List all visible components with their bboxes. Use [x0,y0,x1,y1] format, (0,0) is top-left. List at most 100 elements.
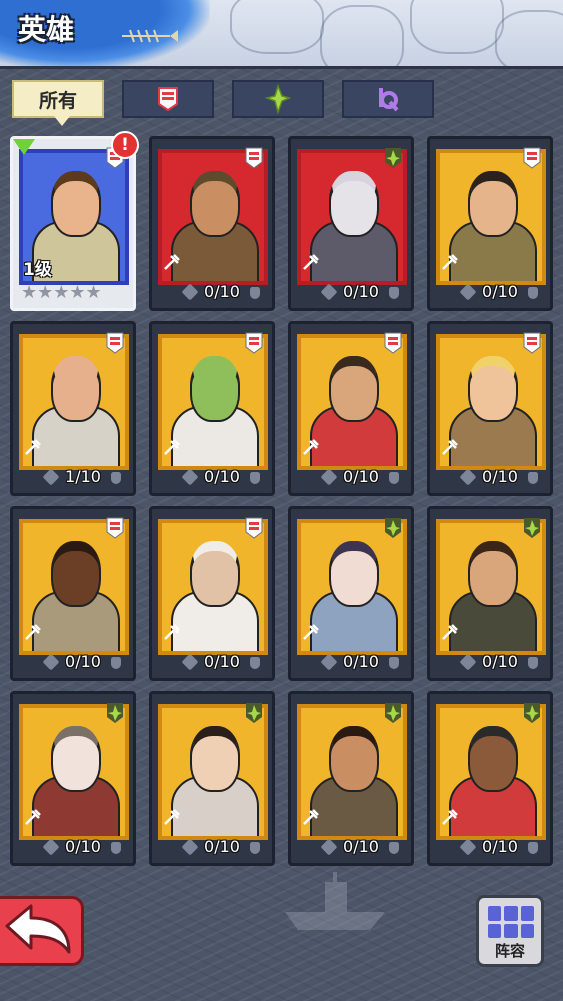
soul-icon [389,657,399,669]
shard-icon [181,468,199,486]
rank-pick-icon [442,624,458,640]
red-faction-icon [245,332,263,354]
tab-all-label: 所有 [38,89,77,112]
hero-shard-count: 0/10 [430,467,550,489]
soul-icon [389,287,399,299]
shard-count-text: 0/10 [65,837,101,856]
soul-icon [528,287,538,299]
hero-card[interactable]: 0/10 [427,691,553,866]
rank-pick-icon [25,439,41,455]
hero-card[interactable]: 0/10 [149,321,275,496]
green-faction-icon [385,703,401,723]
red-faction-icon [245,517,263,539]
red-faction-icon [523,332,541,354]
shard-icon [459,468,477,486]
shard-count-text: 0/10 [482,467,518,486]
rank-pick-icon [303,254,319,270]
tab-green-faction[interactable] [232,80,324,118]
hero-shard-count: 0/10 [152,837,272,859]
hero-level: 1级 [23,260,52,280]
hero-card[interactable]: 0/10 [288,506,414,681]
shard-count-text: 0/10 [204,652,240,671]
back-arrow-icon [5,904,71,954]
hero-card[interactable]: 0/10 [10,506,136,681]
shard-count-text: 0/10 [482,837,518,856]
hero-card[interactable]: 0/10 [288,691,414,866]
shard-icon [42,468,60,486]
shard-icon [459,283,477,301]
shard-count-text: 0/10 [343,282,379,301]
hero-head [51,171,101,237]
shard-count-text: 0/10 [204,467,240,486]
hero-card[interactable]: 0/10 [288,321,414,496]
shard-count-text: 0/10 [204,837,240,856]
hero-shard-count: 0/10 [13,837,133,859]
hero-head [51,541,101,607]
tab-purple-faction[interactable] [342,80,434,118]
shard-icon [42,653,60,671]
shard-icon [320,838,338,856]
back-button[interactable] [0,896,84,966]
lineup-button[interactable]: 阵容 [476,895,544,967]
red-faction-icon [384,332,402,354]
soul-icon [250,842,260,854]
shard-icon [320,653,338,671]
hero-head [329,726,379,792]
hero-card[interactable]: ! 1级 ★★★★★ [10,131,139,311]
green-faction-icon [385,148,401,168]
purple-faction-icon [379,88,399,112]
hero-head [329,541,379,607]
hero-head [190,356,240,422]
shard-icon [42,838,60,856]
soul-icon [250,657,260,669]
shard-count-text: 0/10 [65,652,101,671]
red-faction-icon [245,147,263,169]
shard-count-text: 0/10 [343,467,379,486]
hero-head [51,356,101,422]
green-faction-icon [246,703,262,723]
green-faction-icon [107,703,123,723]
hero-shard-count: 0/10 [291,282,411,304]
soul-icon [389,472,399,484]
rank-pick-icon [303,809,319,825]
hero-card[interactable]: 0/10 [427,506,553,681]
tab-all[interactable]: 所有 [12,80,104,126]
rank-pick-icon [164,254,180,270]
hero-head [190,541,240,607]
hero-shard-count: 0/10 [152,467,272,489]
hero-shard-count: 0/10 [152,652,272,674]
hero-card[interactable]: 0/10 [149,136,275,311]
red-faction-icon [158,87,178,112]
hero-card[interactable]: 0/10 [149,691,275,866]
shard-count-text: 0/10 [204,282,240,301]
alert-badge: ! [111,131,139,159]
shard-icon [459,838,477,856]
hero-shard-count: 0/10 [291,467,411,489]
hero-card[interactable]: 0/10 [288,136,414,311]
hero-card[interactable]: 0/10 [149,506,275,681]
hero-shard-count: 0/10 [430,837,550,859]
hero-head [468,171,518,237]
shard-count-text: 0/10 [343,652,379,671]
hero-card[interactable]: 0/10 [427,321,553,496]
rank-pick-icon [442,439,458,455]
tab-red-faction[interactable] [122,80,214,118]
rank-pick-icon [303,439,319,455]
rank-pick-icon [164,809,180,825]
rank-pick-icon [442,809,458,825]
hero-card[interactable]: 1/10 [10,321,136,496]
hero-card[interactable]: 0/10 [427,136,553,311]
lineup-button-label: 阵容 [494,942,525,960]
hero-shard-count: 0/10 [291,652,411,674]
soul-icon [528,842,538,854]
shard-icon [181,653,199,671]
soul-icon [250,287,260,299]
shard-count-text: 0/10 [482,282,518,301]
red-faction-icon [106,332,124,354]
star-rating: ★★★★★ [21,282,102,303]
hero-shard-count: 0/10 [430,282,550,304]
hero-head [190,726,240,792]
rank-pick-icon [164,439,180,455]
hero-card[interactable]: 0/10 [10,691,136,866]
green-faction-icon [524,518,540,538]
